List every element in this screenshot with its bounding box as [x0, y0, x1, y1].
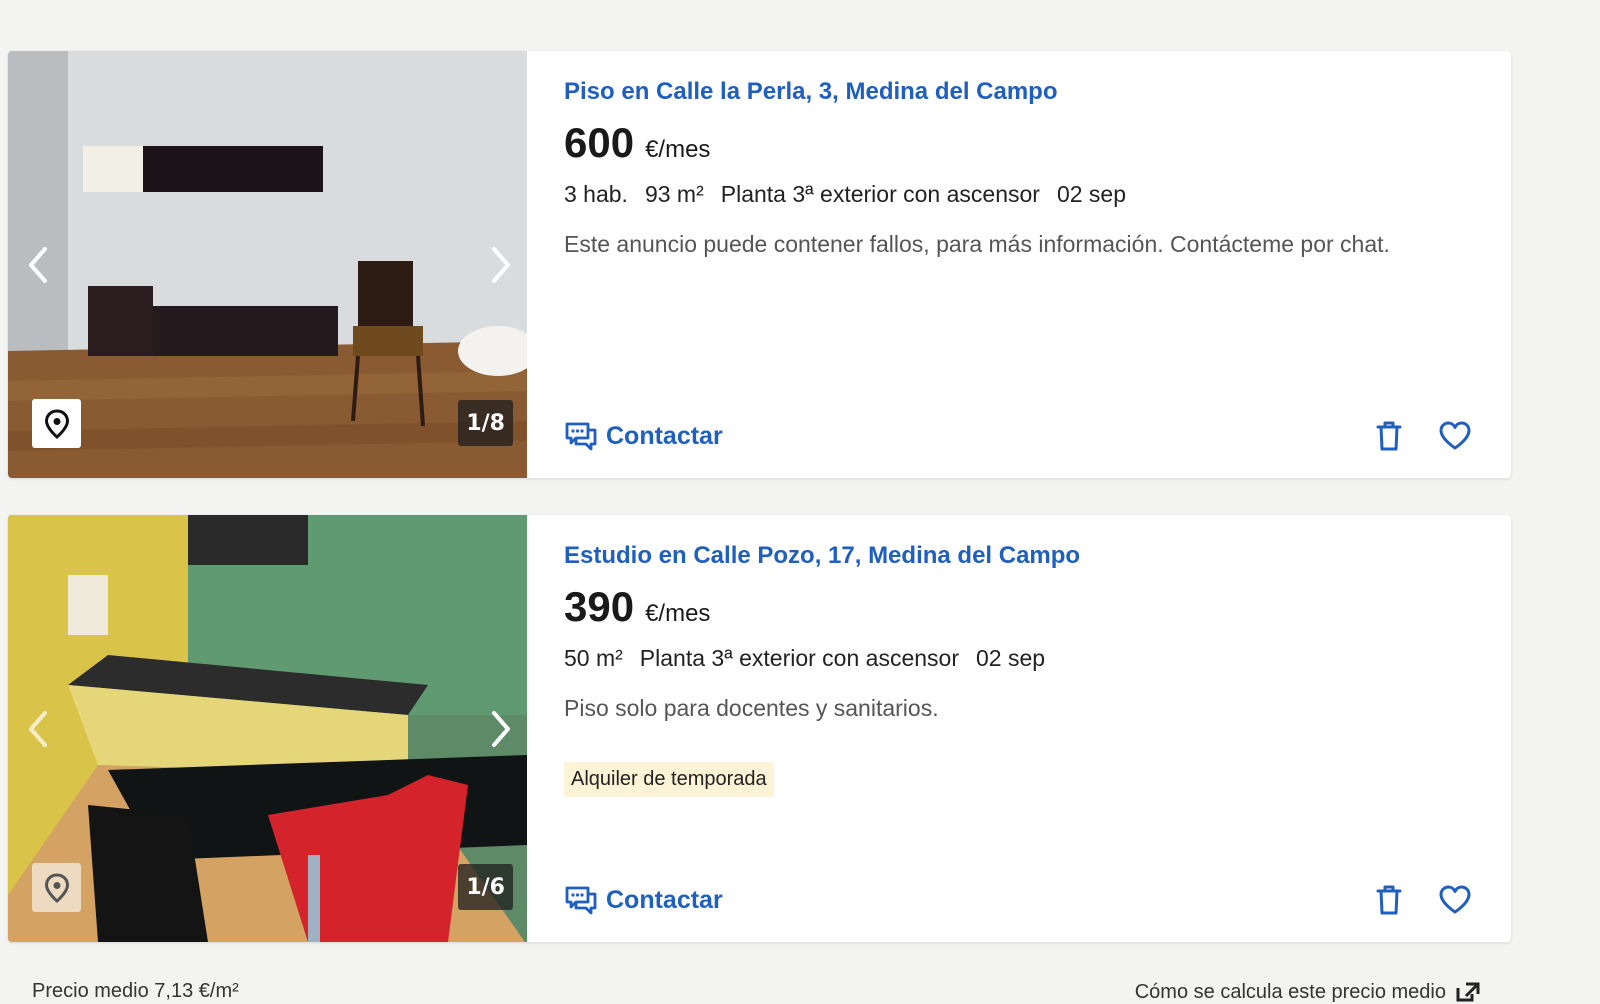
price: 390	[564, 583, 635, 630]
average-price-info-link[interactable]: Cómo se calcula este precio medio	[1135, 980, 1480, 1004]
listing-title[interactable]: Piso en Calle la Perla, 3, Medina del Ca…	[564, 77, 1475, 107]
prev-photo-button[interactable]	[18, 240, 58, 290]
detail-area: 93 m²	[644, 181, 704, 207]
listing-photo[interactable]	[8, 515, 527, 942]
listing-title[interactable]: Estudio en Calle Pozo, 17, Medina del Ca…	[564, 541, 1475, 571]
listing-details: 3 hab. 93 m² Planta 3ª exterior con asce…	[564, 181, 1475, 208]
listing-card[interactable]: 1/8 Piso en Calle la Perla, 3, Medina de…	[8, 51, 1511, 478]
listing-description: Piso solo para docentes y sanitarios.	[564, 695, 939, 721]
heart-icon	[1439, 421, 1471, 450]
discard-button[interactable]	[1369, 416, 1409, 456]
map-button[interactable]	[32, 863, 81, 912]
chevron-right-icon	[492, 710, 510, 747]
listing-gallery[interactable]: 1/8	[8, 51, 527, 478]
rental-type-tag: Alquiler de temporada	[564, 762, 774, 797]
chevron-left-icon	[29, 246, 47, 283]
detail-floor: Planta 3ª exterior con ascensor	[639, 645, 959, 671]
detail-rooms: 3 hab.	[564, 181, 628, 207]
listing-info: Piso en Calle la Perla, 3, Medina del Ca…	[527, 51, 1511, 478]
price: 600	[564, 119, 635, 166]
favorite-button[interactable]	[1435, 880, 1475, 920]
price-unit: €/mes	[645, 136, 711, 163]
contact-label: Contactar	[606, 421, 723, 450]
listing-description: Este anuncio puede contener fallos, para…	[564, 231, 1390, 257]
trash-icon	[1376, 421, 1402, 451]
trash-icon	[1376, 885, 1402, 915]
detail-date: 02 sep	[975, 645, 1046, 671]
photo-counter: 1/6	[458, 864, 513, 910]
contact-label: Contactar	[606, 885, 723, 914]
contact-button[interactable]: Contactar	[564, 419, 723, 453]
price-row: 390 €/mes	[564, 583, 1475, 631]
price-row: 600 €/mes	[564, 119, 1475, 167]
detail-floor: Planta 3ª exterior con ascensor	[720, 181, 1040, 207]
map-button[interactable]	[32, 399, 81, 448]
favorite-button[interactable]	[1435, 416, 1475, 456]
average-price-info-label: Cómo se calcula este precio medio	[1134, 980, 1446, 1003]
next-photo-button[interactable]	[481, 704, 521, 754]
external-link-icon	[1456, 982, 1480, 1002]
chat-bubbles-icon	[565, 886, 597, 915]
listing-actions: Contactar	[564, 880, 1475, 920]
average-price-text: Precio medio 7,13 €/m²	[32, 980, 239, 1002]
prev-photo-button[interactable]	[18, 704, 58, 754]
map-pin-icon	[44, 408, 69, 439]
listing-photo[interactable]	[8, 51, 527, 478]
chevron-left-icon	[29, 710, 47, 747]
listing-gallery[interactable]: 1/6	[8, 515, 527, 942]
contact-button[interactable]: Contactar	[564, 883, 723, 917]
listing-info: Estudio en Calle Pozo, 17, Medina del Ca…	[527, 515, 1511, 942]
chat-bubbles-icon	[565, 422, 597, 451]
listing-actions: Contactar	[564, 416, 1475, 456]
photo-counter: 1/8	[458, 400, 513, 446]
discard-button[interactable]	[1369, 880, 1409, 920]
listing-card[interactable]: 1/6 Estudio en Calle Pozo, 17, Medina de…	[8, 515, 1511, 942]
listing-details: 50 m² Planta 3ª exterior con ascensor 02…	[564, 645, 1475, 672]
chevron-right-icon	[492, 246, 510, 283]
next-photo-button[interactable]	[481, 240, 521, 290]
detail-area: 50 m²	[564, 645, 623, 671]
price-unit: €/mes	[645, 600, 711, 627]
heart-icon	[1439, 885, 1471, 914]
average-price-footer: Precio medio 7,13 €/m² Cómo se calcula e…	[32, 980, 1480, 1004]
detail-date: 02 sep	[1056, 181, 1126, 207]
map-pin-icon	[44, 872, 69, 903]
